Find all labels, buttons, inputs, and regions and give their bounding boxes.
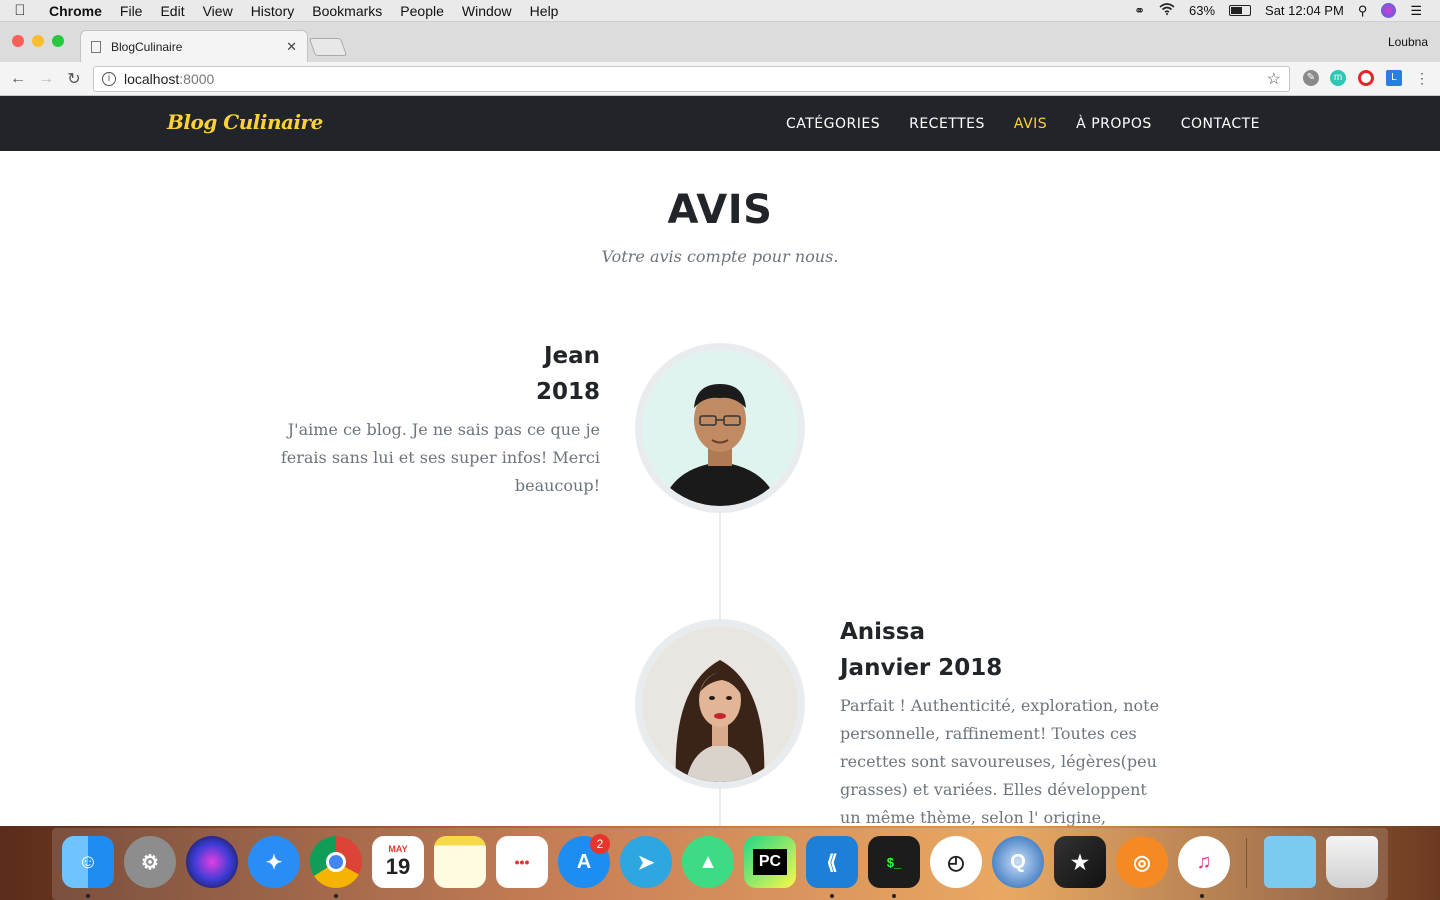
menu-window[interactable]: Window [453,3,521,19]
url-host: localhost [124,71,180,87]
nav-categories[interactable]: CATÉGORIES [786,116,880,132]
spotlight-search-icon[interactable]: ⚲ [1358,3,1368,19]
siri-icon[interactable] [186,836,238,888]
reviewer-name: Jean [543,343,600,369]
browser-toolbar: ← → ↻ i localhost:8000 ☆ ✎ m L ⋮ [0,62,1440,96]
wifi-icon[interactable] [1159,3,1175,18]
safari-icon[interactable]: ✦ [248,836,300,888]
extension-tab-icon[interactable]: L [1386,70,1402,86]
site-info-icon[interactable]: i [102,72,116,86]
quicktime-icon[interactable]: Q [992,836,1044,888]
reload-icon[interactable]: ↻ [60,69,88,89]
menu-edit[interactable]: Edit [151,3,193,19]
browser-tab[interactable]: BlogCulinaire ✕ [80,30,308,62]
zoom-window-button[interactable] [52,35,64,47]
battery-percent[interactable]: 63% [1189,3,1215,18]
menu-help[interactable]: Help [521,3,568,19]
menu-file[interactable]: File [111,3,152,19]
page-content: AVIS Votre avis compte pour nous. Jean 2… [0,151,1440,826]
sync-icon[interactable]: ⚭ [1134,3,1145,19]
menu-people[interactable]: People [391,3,453,19]
dock-divider [1246,838,1247,888]
review-text: J'aime ce blog. Je ne sais pas ce que je… [280,420,600,495]
site-brand[interactable]: Blog Culinaire [167,110,323,134]
itunes-icon[interactable]: ♫ [1178,836,1230,888]
nav-a-propos[interactable]: À PROPOS [1076,116,1152,132]
calendar-day: 19 [385,854,411,879]
section-subtitle: Votre avis compte pour nous. [601,247,839,266]
menu-view[interactable]: View [194,3,242,19]
forward-arrow-icon[interactable]: → [32,70,60,88]
running-indicator [334,894,338,898]
app-store-badge: 2 [590,834,610,854]
extension-opera-icon[interactable] [1358,70,1374,86]
site-nav-links: CATÉGORIES RECETTES AVIS À PROPOS CONTAC… [786,96,1260,151]
android-studio-icon[interactable]: ▲ [682,836,734,888]
menubar-clock[interactable]: Sat 12:04 PM [1265,3,1344,18]
reviewer-avatar-jean [635,343,805,513]
menu-app-name[interactable]: Chrome [40,3,111,19]
chrome-icon[interactable] [310,836,362,888]
close-window-button[interactable] [12,35,24,47]
calendar-icon[interactable]: MAY 19 [372,836,424,888]
reviewer-name: Anissa [840,619,925,645]
mac-menubar:  Chrome File Edit View History Bookmark… [0,0,1440,22]
chrome-menu-icon[interactable]: ⋮ [1414,70,1430,86]
profile-name[interactable]: Loubna [1388,35,1428,49]
siri-menubar-icon[interactable] [1381,3,1397,18]
new-tab-button[interactable] [308,38,348,56]
reminders-icon[interactable]: ••• [496,836,548,888]
url-port: :8000 [179,71,215,87]
folder-icon[interactable] [1264,836,1316,888]
clock-icon[interactable]: ◴ [930,836,982,888]
finder-icon[interactable]: ☺ [62,836,114,888]
extension-m-icon[interactable]: m [1330,70,1346,86]
review-date: 2018 [535,379,600,405]
nav-recettes[interactable]: RECETTES [909,116,985,132]
telegram-icon[interactable]: ➤ [620,836,672,888]
nav-avis[interactable]: AVIS [1014,116,1047,132]
browser-tabstrip: BlogCulinaire ✕ Loubna [0,22,1440,62]
review-date: Janvier 2018 [840,655,1003,681]
tab-title: BlogCulinaire [111,39,183,54]
running-indicator [830,894,834,898]
site-navbar: Blog Culinaire CATÉGORIES RECETTES AVIS … [0,96,1440,151]
mac-dock: ☺ ⚙ ✦ MAY 19 ••• A 2 ➤ ▲ PC ⟪ $_ ◴ Q ★ ◎… [0,826,1440,900]
running-indicator [1200,894,1204,898]
review-jean: Jean 2018 J'aime ce blog. Je ne sais pas… [280,338,600,500]
menu-history[interactable]: History [242,3,304,19]
nav-contacte[interactable]: CONTACTE [1181,116,1260,132]
apple-menu-icon[interactable]:  [0,2,40,19]
minimize-window-button[interactable] [32,35,44,47]
system-preferences-icon[interactable]: ⚙ [124,836,176,888]
vscode-icon[interactable]: ⟪ [806,836,858,888]
section-title: AVIS [667,187,773,233]
tab-close-icon[interactable]: ✕ [286,39,297,55]
review-anissa: Anissa Janvier 2018 Parfait ! Authentici… [840,614,1160,826]
back-arrow-icon[interactable]: ← [4,70,32,88]
calendar-month: MAY [388,844,408,854]
running-indicator [892,894,896,898]
extension-pen-icon[interactable]: ✎ [1303,70,1319,86]
notes-icon[interactable] [434,836,486,888]
running-indicator [86,894,90,898]
notification-center-icon[interactable]: ☰ [1410,3,1422,19]
page-icon [91,40,101,53]
review-text: Parfait ! Authenticité, exploration, not… [840,696,1160,826]
blender-icon[interactable]: ◎ [1116,836,1168,888]
reviewer-avatar-anissa [635,619,805,789]
trash-icon[interactable] [1326,836,1378,888]
final-cut-icon[interactable]: ★ [1054,836,1106,888]
menu-bookmarks[interactable]: Bookmarks [303,3,391,19]
pycharm-icon[interactable]: PC [744,836,796,888]
bookmark-star-icon[interactable]: ☆ [1267,69,1281,89]
terminal-icon[interactable]: $_ [868,836,920,888]
address-bar[interactable]: i localhost:8000 ☆ [93,66,1290,92]
battery-icon[interactable] [1229,5,1252,16]
